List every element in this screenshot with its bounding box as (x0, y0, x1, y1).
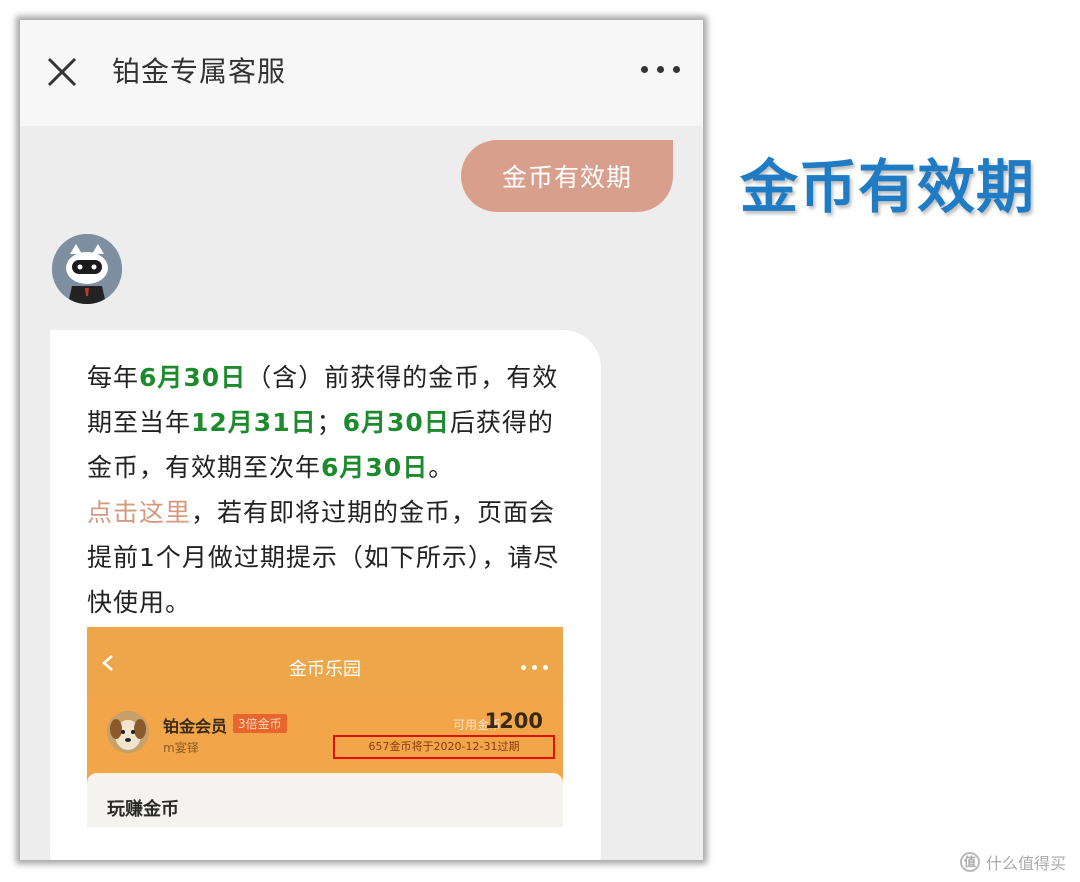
balance-value: 1200 (484, 709, 543, 733)
message-text: 。 (428, 453, 455, 482)
watermark-text: 什么值得买 (985, 854, 1066, 873)
top-bar: 铂金专属客服 (20, 20, 703, 126)
date-highlight: 12月31日 (191, 408, 317, 437)
section-title: 玩赚金币 (107, 799, 179, 820)
user-message-bubble: 金币有效期 (461, 140, 673, 212)
embedded-title: 金币乐园 (289, 659, 361, 680)
robot-icon (52, 234, 122, 304)
bot-message-text: 每年6月30日（含）前获得的金币，有效期至当年12月31日；6月30日后获得的金… (87, 355, 567, 625)
page-title: 铂金专属客服 (112, 55, 287, 88)
date-highlight: 6月30日 (321, 453, 429, 482)
expire-notice: 657金币将于2020-12-31过期 (333, 735, 555, 759)
click-here-link[interactable]: 点击这里 (87, 498, 191, 527)
bot-avatar (52, 234, 122, 304)
date-highlight: 6月30日 (139, 363, 247, 392)
message-text: 每年 (87, 363, 140, 392)
multiplier-badge: 3倍金币 (233, 714, 287, 733)
member-sub: m宴铎 (163, 741, 199, 755)
phone-screen: 铂金专属客服 金币有效期 每年6月30日（含）前获得的金币，有效期至当年12月3… (20, 20, 703, 860)
watermark: 值 什么值得买 (959, 850, 1066, 874)
embedded-screenshot[interactable]: 金币乐园 铂金会员 3倍金币 m宴铎 可用金币 1200 657金币将于2020… (87, 627, 563, 827)
message-text: ； (316, 408, 343, 437)
date-highlight: 6月30日 (342, 408, 450, 437)
task-card: 玩赚金币 (87, 773, 563, 827)
dog-avatar (107, 711, 149, 753)
close-icon[interactable] (46, 56, 78, 88)
more-icon[interactable] (641, 64, 681, 76)
side-caption: 金币有效期 (740, 153, 1036, 221)
smzdm-logo-icon: 值 (959, 852, 980, 872)
member-name: 铂金会员 (163, 717, 228, 736)
bot-message-bubble: 每年6月30日（含）前获得的金币，有效期至当年12月31日；6月30日后获得的金… (50, 330, 601, 860)
more-icon (521, 665, 549, 671)
